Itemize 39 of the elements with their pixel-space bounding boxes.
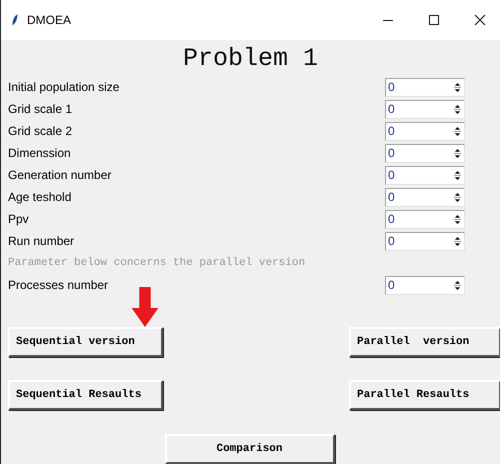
spin-box[interactable]: 0 (385, 100, 465, 118)
parameter-label: Grid scale 1 (8, 102, 74, 116)
spin-box[interactable]: 0 (385, 144, 465, 162)
parameter-label: Age teshold (8, 190, 72, 204)
close-icon[interactable] (474, 14, 486, 26)
heading: Problem 1 (182, 43, 320, 75)
comparison-button[interactable]: Comparison (164, 434, 334, 464)
parallel-version-button[interactable]: Parallel version (349, 327, 500, 357)
parameter-label: Grid scale 2 (8, 124, 74, 138)
spin-arrows-icon[interactable] (453, 146, 462, 160)
parameter-label: Initial population size (8, 80, 120, 94)
parameter-label: Generation number (8, 168, 112, 182)
spin-box[interactable]: 0 (385, 122, 465, 140)
spin-box[interactable]: 0 (385, 276, 465, 294)
spin-arrows-icon[interactable] (453, 234, 462, 248)
maximize-icon[interactable] (428, 14, 440, 26)
spin-arrows-icon[interactable] (453, 278, 462, 292)
window-title: DMOEA (27, 13, 72, 27)
sequential-version-button[interactable]: Sequential version (8, 327, 163, 357)
spin-box[interactable]: 0 (385, 210, 465, 228)
spin-box[interactable]: 0 (385, 188, 465, 206)
spin-box[interactable]: 0 (385, 78, 465, 96)
parameter-label: Processes number (8, 278, 110, 292)
spin-box[interactable]: 0 (385, 232, 465, 250)
sequential-results-button[interactable]: Sequential Resaults (8, 380, 163, 410)
down-arrow-icon (131, 287, 159, 327)
parameter-label: Dimenssion (8, 146, 72, 160)
spin-box[interactable]: 0 (385, 166, 465, 184)
spin-arrows-icon[interactable] (453, 124, 462, 138)
parallel-results-button[interactable]: Parallel Resaults (349, 380, 500, 410)
feather-icon (11, 13, 19, 27)
spin-arrows-icon[interactable] (453, 212, 462, 226)
spin-arrows-icon[interactable] (453, 102, 462, 116)
parameter-label: Ppv (8, 212, 30, 226)
spin-arrows-icon[interactable] (453, 80, 462, 94)
spin-arrows-icon[interactable] (453, 190, 462, 204)
spin-arrows-icon[interactable] (453, 168, 462, 182)
parallel-note: Parameter below concerns the parallel version (8, 256, 306, 271)
parameter-label: Run number (8, 234, 76, 248)
